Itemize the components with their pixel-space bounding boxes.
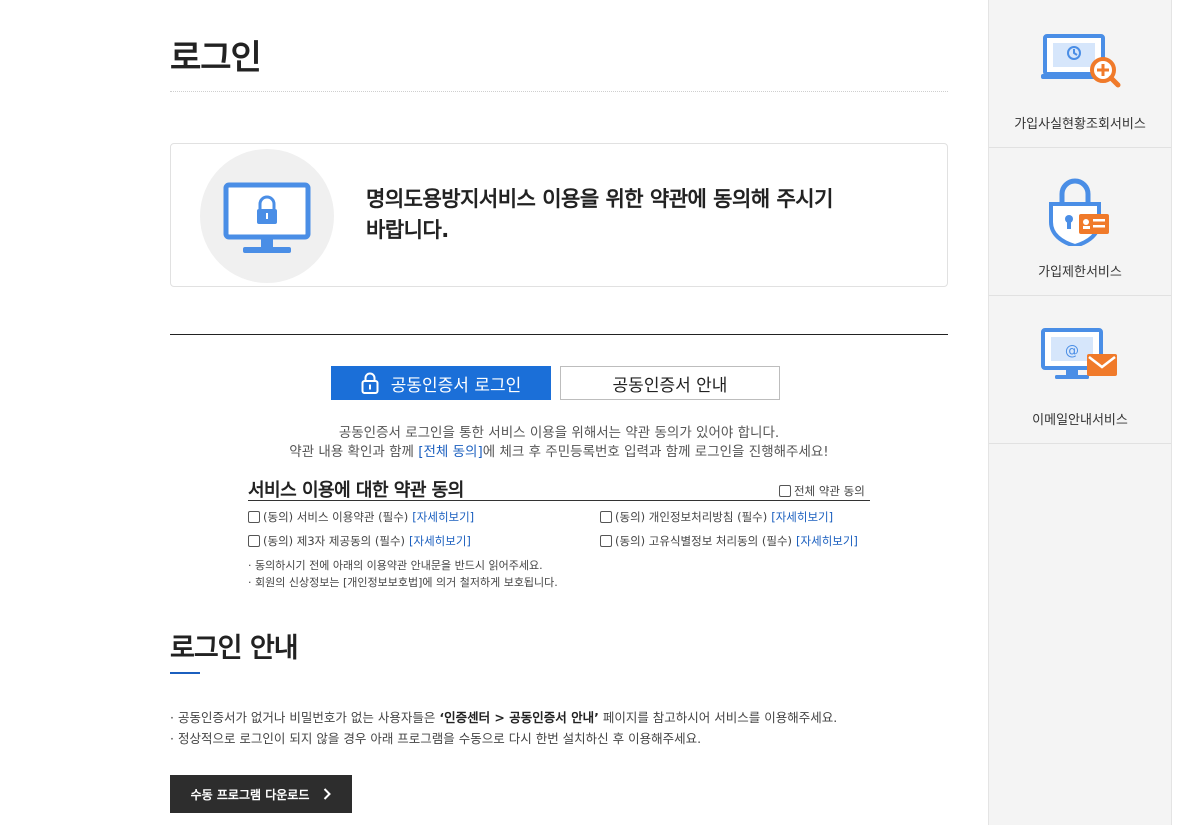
description-line-2-suffix: 에 체크 후 주민등록번호 입력과 함께 로그인을 진행해주세요!	[482, 444, 829, 460]
terms-checkbox[interactable]	[248, 511, 260, 523]
tab-certificate-guide[interactable]: 공동인증서 안내	[560, 366, 780, 400]
tab-label: 공동인증서 안내	[612, 375, 728, 396]
lock-icon	[361, 372, 379, 394]
terms-checkbox[interactable]	[600, 511, 612, 523]
title-divider	[170, 91, 948, 92]
download-button-label: 수동 프로그램 다운로드	[190, 787, 310, 802]
sidebar-item-label: 가입사실현황조회서비스	[1014, 117, 1146, 132]
agree-all-checkbox[interactable]	[779, 485, 791, 497]
terms-detail-link[interactable]: [자세히보기]	[412, 509, 474, 525]
guide-line-1-suffix: 페이지를 참고하시어 서비스를 이용해주세요.	[598, 710, 838, 725]
monitor-search-icon	[1041, 34, 1121, 88]
guide-line-1: · 공동인증서가 없거나 비밀번호가 없는 사용자들은 ‘인증센터 > 공동인증…	[170, 707, 837, 726]
notice-box: 명의도용방지서비스 이용을 위한 약관에 동의해 주시기 바랍니다.	[170, 143, 948, 287]
monitor-email-icon: @	[1041, 328, 1117, 379]
description-line-2-prefix: 약관 내용 확인과 함께	[289, 444, 419, 460]
agree-all-row: 전체 약관 동의	[779, 483, 865, 499]
tab-certificate-login[interactable]: 공동인증서 로그인	[331, 366, 551, 400]
notice-line-1: 명의도용방지서비스 이용을 위한 약관에 동의해 주시기	[366, 187, 833, 211]
terms-detail-link[interactable]: [자세히보기]	[796, 533, 858, 549]
terms-label[interactable]: (동의) 고유식별정보 처리동의 (필수)	[615, 533, 792, 549]
quick-menu-sidebar: 가입사실현황조회서비스 가입제한서비스 @ 이메일안내서비스	[988, 0, 1172, 825]
terms-label[interactable]: (동의) 제3자 제공동의 (필수)	[263, 533, 405, 549]
guide-title-accent	[170, 672, 200, 674]
terms-item-unique-id: (동의) 고유식별정보 처리동의 (필수) [자세히보기]	[600, 533, 858, 549]
terms-item-service: (동의) 서비스 이용약관 (필수) [자세히보기]	[248, 509, 474, 525]
terms-detail-link[interactable]: [자세히보기]	[771, 509, 833, 525]
svg-text:@: @	[1065, 343, 1079, 359]
terms-label[interactable]: (동의) 서비스 이용약관 (필수)	[263, 509, 408, 525]
agreement-divider	[248, 500, 870, 501]
sidebar-item-label: 이메일안내서비스	[1032, 413, 1128, 428]
guide-title: 로그인 안내	[170, 633, 299, 664]
terms-item-privacy: (동의) 개인정보처리방침 (필수) [자세히보기]	[600, 509, 833, 525]
guide-line-1-bold: ‘인증센터 > 공동인증서 안내’	[439, 710, 599, 725]
description-highlight: [전체 동의]	[418, 444, 483, 460]
terms-checkbox[interactable]	[600, 535, 612, 547]
sidebar-item-email-notification[interactable]: @ 이메일안내서비스	[989, 296, 1171, 444]
download-program-button[interactable]: 수동 프로그램 다운로드	[170, 775, 352, 813]
sidebar-item-subscription-inquiry[interactable]: 가입사실현황조회서비스	[989, 0, 1171, 148]
sidebar-item-subscription-restriction[interactable]: 가입제한서비스	[989, 148, 1171, 296]
monitor-lock-icon	[223, 182, 311, 253]
main-content: 로그인 명의도용방지서비스 이용을 위한 약관에 동의해 주시기 바랍니다. 공…	[0, 0, 988, 825]
notice-icon-circle	[200, 149, 334, 283]
login-description: 공동인증서 로그인을 통한 서비스 이용을 위해서는 약관 동의가 있어야 합니…	[170, 424, 948, 462]
agree-all-label[interactable]: 전체 약관 동의	[794, 483, 865, 499]
terms-label[interactable]: (동의) 개인정보처리방침 (필수)	[615, 509, 767, 525]
notice-line-2: 바랍니다.	[366, 218, 449, 242]
agreement-title: 서비스 이용에 대한 약관 동의	[248, 480, 464, 501]
terms-detail-link[interactable]: [자세히보기]	[409, 533, 471, 549]
page-title: 로그인	[170, 38, 262, 78]
agreement-note: · 회원의 신상정보는 [개인정보보호법]에 의거 철저하게 보호됩니다.	[248, 576, 558, 589]
terms-item-third-party: (동의) 제3자 제공동의 (필수) [자세히보기]	[248, 533, 471, 549]
description-line-1: 공동인증서 로그인을 통한 서비스 이용을 위해서는 약관 동의가 있어야 합니…	[338, 425, 780, 441]
description-line-2: 약관 내용 확인과 함께 [전체 동의]에 체크 후 주민등록번호 입력과 함께…	[170, 443, 948, 462]
guide-line-2: · 정상적으로 로그인이 되지 않을 경우 아래 프로그램을 수동으로 다시 한…	[170, 731, 702, 746]
tab-label: 공동인증서 로그인	[390, 375, 522, 396]
chevron-right-icon	[324, 788, 332, 800]
guide-line-1-prefix: · 공동인증서가 없거나 비밀번호가 없는 사용자들은	[170, 710, 440, 725]
agreement-note: · 동의하시기 전에 아래의 이용약관 안내문을 반드시 읽어주세요.	[248, 559, 543, 572]
terms-checkbox[interactable]	[248, 535, 260, 547]
notice-message: 명의도용방지서비스 이용을 위한 약관에 동의해 주시기 바랍니다.	[366, 184, 926, 246]
section-divider	[170, 334, 948, 335]
padlock-id-card-icon	[1049, 178, 1109, 246]
sidebar-item-label: 가입제한서비스	[1038, 265, 1122, 280]
